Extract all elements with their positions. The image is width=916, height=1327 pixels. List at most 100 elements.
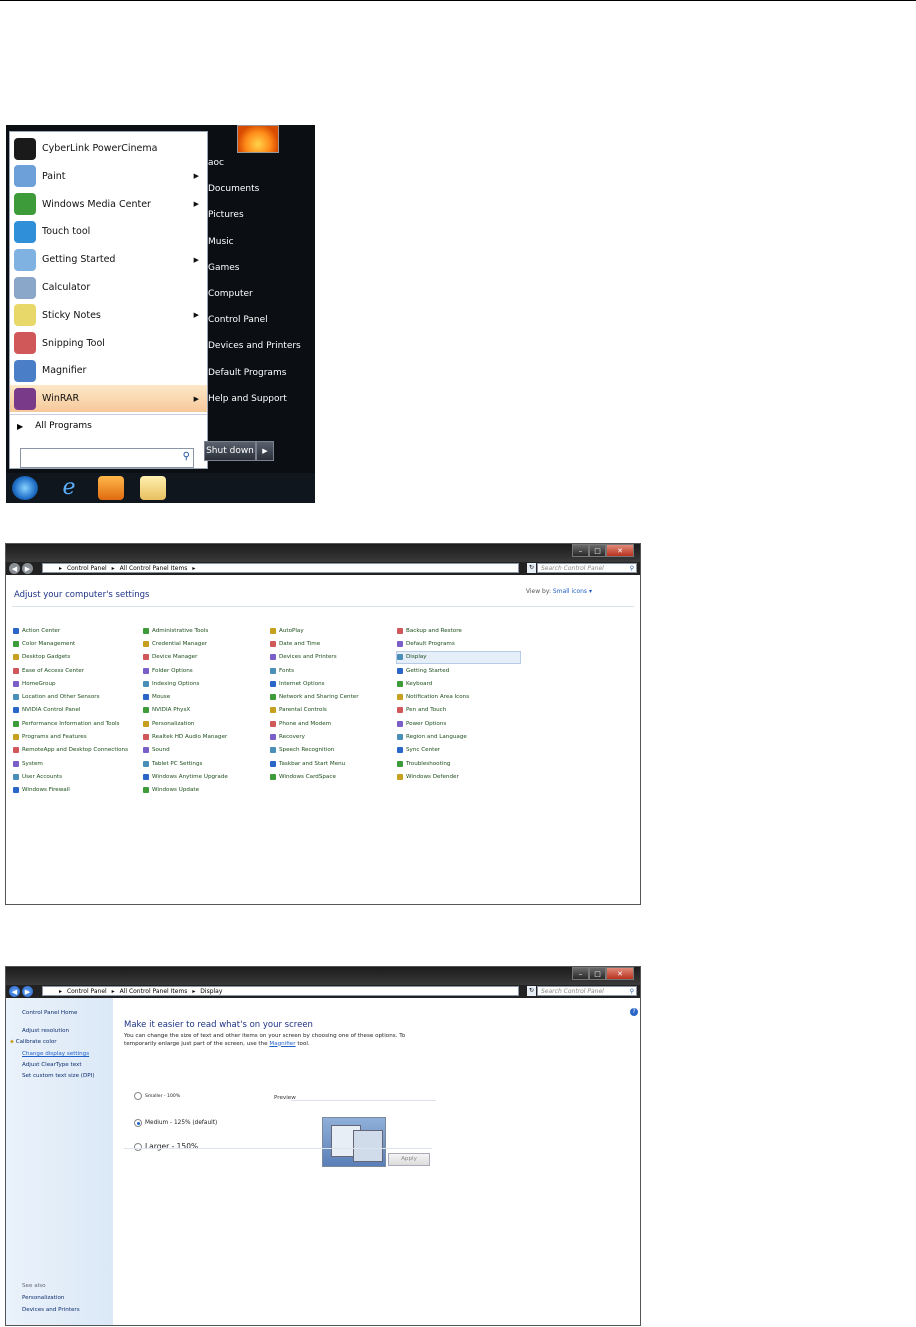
- control-panel-item[interactable]: Color Management: [13, 637, 128, 650]
- refresh-icon[interactable]: ↻: [527, 563, 536, 573]
- start-menu-link[interactable]: Pictures: [208, 210, 244, 220]
- control-panel-item[interactable]: Date and Time: [270, 637, 359, 650]
- control-panel-item[interactable]: Windows Defender: [397, 770, 521, 783]
- breadcrumb-display[interactable]: Display: [200, 988, 222, 995]
- control-panel-item[interactable]: Ease of Access Center: [13, 664, 128, 677]
- start-menu-link[interactable]: Games: [208, 263, 239, 273]
- control-panel-item[interactable]: Location and Other Sensors: [13, 690, 128, 703]
- control-panel-item[interactable]: Sound: [143, 744, 228, 757]
- search-icon[interactable]: ⚲: [630, 564, 634, 574]
- control-panel-item[interactable]: Region and Language: [397, 730, 521, 743]
- start-search-input[interactable]: [21, 453, 177, 469]
- view-by-dropdown[interactable]: Small icons: [553, 588, 587, 595]
- control-panel-item[interactable]: Internet Options: [270, 677, 359, 690]
- control-panel-item[interactable]: Windows Update: [143, 784, 228, 797]
- radio-button[interactable]: [134, 1142, 142, 1151]
- search-box[interactable]: Search Control Panel ⚲: [537, 986, 637, 996]
- control-panel-item[interactable]: NVIDIA PhysX: [143, 704, 228, 717]
- start-orb-icon[interactable]: [12, 476, 38, 500]
- control-panel-item[interactable]: Mouse: [143, 690, 228, 703]
- close-button[interactable]: ✕: [606, 544, 634, 557]
- sidebar-link-control-panel-home[interactable]: Control Panel Home: [22, 1010, 77, 1016]
- control-panel-item[interactable]: Windows Firewall: [13, 784, 128, 797]
- breadcrumb-control-panel[interactable]: Control Panel: [67, 988, 107, 995]
- apply-button[interactable]: Apply: [388, 1153, 430, 1166]
- control-panel-item[interactable]: Taskbar and Start Menu: [270, 757, 359, 770]
- radio-button[interactable]: [134, 1092, 142, 1100]
- control-panel-item[interactable]: Personalization: [143, 717, 228, 730]
- forward-button[interactable]: ▶: [22, 986, 33, 997]
- submenu-arrow-icon[interactable]: ▶: [194, 311, 199, 319]
- shut-down-button[interactable]: Shut down: [204, 441, 256, 461]
- breadcrumb-control-panel[interactable]: Control Panel: [67, 565, 107, 572]
- search-icon[interactable]: ⚲: [630, 987, 634, 997]
- address-bar[interactable]: ▸ Control Panel ▸ All Control Panel Item…: [42, 986, 519, 996]
- control-panel-item[interactable]: System: [13, 757, 128, 770]
- start-menu-item[interactable]: Touch tool: [10, 218, 207, 245]
- start-search-box[interactable]: ⚲: [20, 448, 194, 469]
- sidebar-link-adjust-cleartype[interactable]: Adjust ClearType text: [22, 1062, 82, 1068]
- control-panel-item[interactable]: RemoteApp and Desktop Connections: [13, 744, 128, 757]
- control-panel-item[interactable]: Tablet PC Settings: [143, 757, 228, 770]
- control-panel-item[interactable]: HomeGroup: [13, 677, 128, 690]
- submenu-arrow-icon[interactable]: ▶: [194, 395, 199, 403]
- refresh-icon[interactable]: ↻: [527, 986, 536, 996]
- window-title-bar[interactable]: – □ ✕: [6, 967, 640, 985]
- all-programs-button[interactable]: ▶ All Programs: [10, 414, 207, 437]
- control-panel-item[interactable]: Sync Center: [397, 744, 521, 757]
- start-menu-link[interactable]: Documents: [208, 184, 259, 194]
- start-menu-link[interactable]: Computer: [208, 289, 253, 299]
- control-panel-item[interactable]: Windows CardSpace: [270, 770, 359, 783]
- start-menu-item[interactable]: CyberLink PowerCinema: [10, 135, 207, 162]
- control-panel-item[interactable]: Power Options: [397, 717, 521, 730]
- start-menu-item[interactable]: Paint ▶: [10, 163, 207, 190]
- submenu-arrow-icon[interactable]: ▶: [194, 200, 199, 208]
- start-menu-item[interactable]: Calculator: [10, 274, 207, 301]
- option-smaller[interactable]: Smaller - 100%: [134, 1092, 180, 1100]
- start-menu-link[interactable]: Devices and Printers: [208, 341, 301, 351]
- submenu-arrow-icon[interactable]: ▶: [194, 256, 199, 264]
- start-menu-item[interactable]: Sticky Notes ▶: [10, 302, 207, 329]
- control-panel-item[interactable]: Device Manager: [143, 651, 228, 664]
- help-icon[interactable]: ?: [630, 1008, 638, 1016]
- control-panel-item[interactable]: Display: [396, 650, 521, 664]
- control-panel-item[interactable]: Windows Anytime Upgrade: [143, 770, 228, 783]
- maximize-button[interactable]: □: [589, 967, 606, 980]
- back-button[interactable]: ◀: [9, 986, 20, 997]
- sidebar-link-custom-text-size[interactable]: Set custom text size (DPI): [22, 1073, 94, 1079]
- chevron-down-icon[interactable]: ▾: [589, 588, 592, 595]
- forward-button[interactable]: ▶: [22, 563, 33, 574]
- address-bar[interactable]: ▸ Control Panel ▸ All Control Panel Item…: [42, 563, 519, 573]
- control-panel-item[interactable]: Getting Started: [397, 664, 521, 677]
- control-panel-item[interactable]: Administrative Tools: [143, 624, 228, 637]
- control-panel-item[interactable]: Programs and Features: [13, 730, 128, 743]
- control-panel-item[interactable]: AutoPlay: [270, 624, 359, 637]
- start-menu-link[interactable]: Control Panel: [208, 315, 268, 325]
- maximize-button[interactable]: □: [589, 544, 606, 557]
- control-panel-item[interactable]: Network and Sharing Center: [270, 690, 359, 703]
- start-menu-link[interactable]: Music: [208, 237, 234, 247]
- minimize-button[interactable]: –: [572, 544, 589, 557]
- shut-down-options-button[interactable]: ▶: [256, 441, 274, 461]
- search-icon[interactable]: ⚲: [183, 451, 190, 462]
- control-panel-item[interactable]: User Accounts: [13, 770, 128, 783]
- control-panel-item[interactable]: Fonts: [270, 664, 359, 677]
- control-panel-item[interactable]: Troubleshooting: [397, 757, 521, 770]
- media-player-icon[interactable]: [98, 476, 124, 500]
- sidebar-link-calibrate-color[interactable]: ⬥ Calibrate color: [10, 1039, 57, 1046]
- search-box[interactable]: Search Control Panel ⚲: [537, 563, 637, 573]
- option-medium[interactable]: Medium - 125% (default): [134, 1119, 217, 1127]
- control-panel-item[interactable]: Parental Controls: [270, 704, 359, 717]
- option-larger[interactable]: Larger - 150%: [134, 1142, 198, 1151]
- sidebar-link-adjust-resolution[interactable]: Adjust resolution: [22, 1028, 69, 1034]
- close-button[interactable]: ✕: [606, 967, 634, 980]
- control-panel-item[interactable]: Indexing Options: [143, 677, 228, 690]
- back-button[interactable]: ◀: [9, 563, 20, 574]
- start-menu-item[interactable]: Magnifier: [10, 357, 207, 384]
- control-panel-item[interactable]: Action Center: [13, 624, 128, 637]
- control-panel-item[interactable]: Desktop Gadgets: [13, 651, 128, 664]
- control-panel-item[interactable]: Realtek HD Audio Manager: [143, 730, 228, 743]
- control-panel-item[interactable]: Default Programs: [397, 637, 521, 650]
- user-picture[interactable]: [237, 125, 279, 153]
- control-panel-item[interactable]: Notification Area Icons: [397, 690, 521, 703]
